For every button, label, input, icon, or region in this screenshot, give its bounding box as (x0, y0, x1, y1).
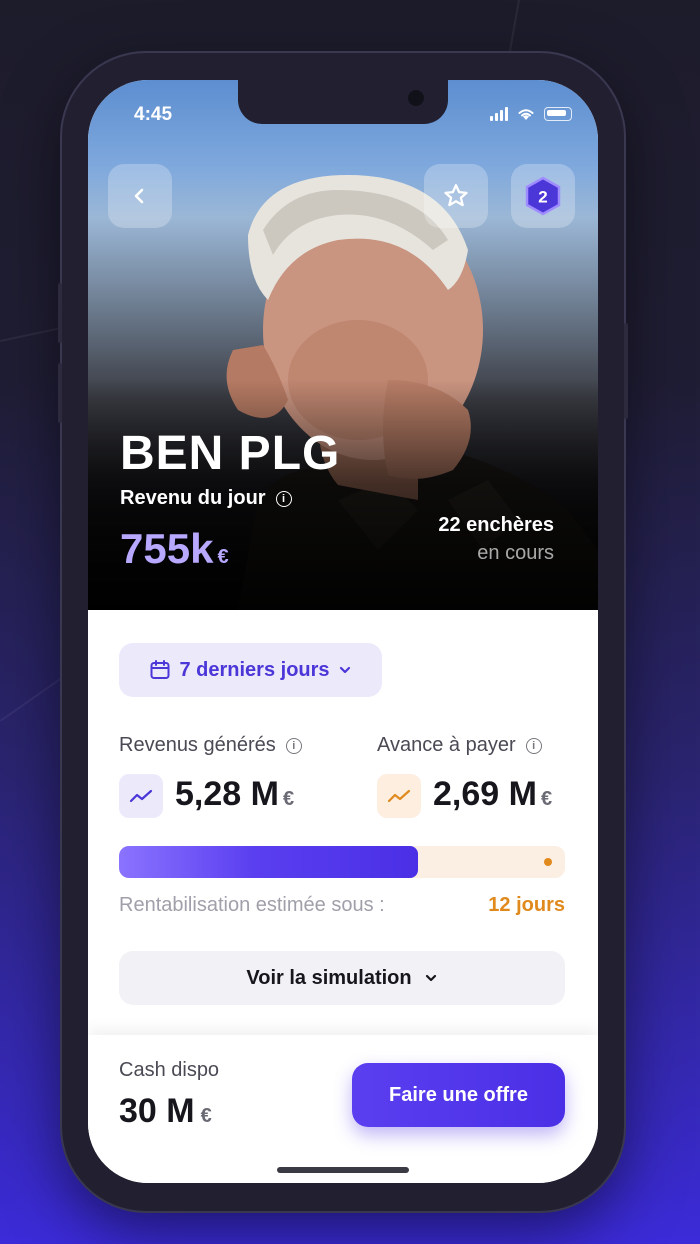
app-screen: 4:45 2 BEN PLG Revenu du jour i 755k € 2… (88, 80, 598, 1183)
revenus-amount: 5,28 M (175, 775, 279, 813)
currency-unit: € (282, 788, 295, 810)
trend-up-icon (387, 789, 411, 803)
period-selector[interactable]: 7 derniers jours (119, 643, 382, 697)
info-icon[interactable]: i (275, 490, 292, 507)
volume-button (58, 363, 62, 423)
artist-name: BEN PLG (120, 427, 341, 480)
status-time: 4:45 (134, 104, 173, 125)
rentab-label: Rentabilisation estimée sous : (119, 894, 385, 916)
volume-button (58, 283, 62, 343)
bottom-action-bar: Cash dispo 30 M € Faire une offre (88, 1035, 598, 1183)
trend-icon-orange (377, 774, 421, 818)
status-icons (490, 107, 572, 121)
progress-end-dot (544, 858, 552, 866)
notch (238, 80, 448, 124)
daily-revenue-text: Revenu du jour (120, 487, 266, 509)
chevron-down-icon (339, 666, 350, 674)
profitability-progress-bar (119, 846, 565, 878)
favorite-button[interactable] (424, 164, 488, 228)
auctions-count: 22 enchères (438, 514, 554, 536)
camera-dot (408, 90, 424, 106)
period-label: 7 derniers jours (179, 658, 330, 681)
revenus-label: Revenus générés i (119, 734, 302, 757)
progress-fill (119, 846, 418, 878)
currency-unit: € (217, 546, 229, 568)
badge-level: 2 (538, 188, 547, 207)
view-simulation-button[interactable]: Voir la simulation (119, 951, 565, 1005)
cash-value: 30 M € (119, 1092, 212, 1131)
make-offer-button[interactable]: Faire une offre (352, 1063, 565, 1127)
star-icon (444, 184, 468, 207)
trend-up-icon (129, 789, 153, 803)
level-badge-button[interactable]: 2 (511, 164, 575, 228)
info-icon[interactable]: i (525, 737, 542, 754)
wifi-icon (518, 109, 534, 120)
simulation-label: Voir la simulation (246, 966, 412, 989)
currency-unit: € (540, 788, 553, 810)
revenus-value: 5,28 M € (175, 775, 294, 814)
avance-label: Avance à payer i (377, 734, 542, 757)
auctions-sub: en cours (477, 542, 554, 564)
chevron-down-icon (425, 974, 436, 982)
hexagon-badge-icon: 2 (525, 176, 561, 216)
trend-icon-purple (119, 774, 163, 818)
battery-icon (544, 107, 572, 121)
rentab-value: 12 jours (488, 894, 565, 916)
avance-label-text: Avance à payer (377, 734, 516, 756)
calendar-icon (150, 660, 170, 679)
currency-unit: € (200, 1105, 212, 1127)
daily-revenue-amount: 755k (120, 525, 214, 572)
auctions-info: 22 enchères en cours (438, 514, 554, 565)
daily-revenue-label: Revenu du jour i (120, 487, 292, 510)
chevron-left-icon (134, 188, 144, 204)
avance-amount: 2,69 M (433, 775, 537, 813)
back-button[interactable] (108, 164, 172, 228)
home-indicator (277, 1167, 409, 1173)
info-icon[interactable]: i (285, 737, 302, 754)
cash-label: Cash dispo (119, 1059, 220, 1081)
avance-value: 2,69 M € (433, 775, 552, 814)
cash-amount: 30 M (119, 1092, 195, 1130)
daily-revenue-value: 755k € (120, 525, 229, 573)
signal-icon (490, 107, 508, 121)
power-button (624, 323, 628, 419)
revenus-label-text: Revenus générés (119, 734, 276, 756)
background-line (507, 0, 520, 60)
